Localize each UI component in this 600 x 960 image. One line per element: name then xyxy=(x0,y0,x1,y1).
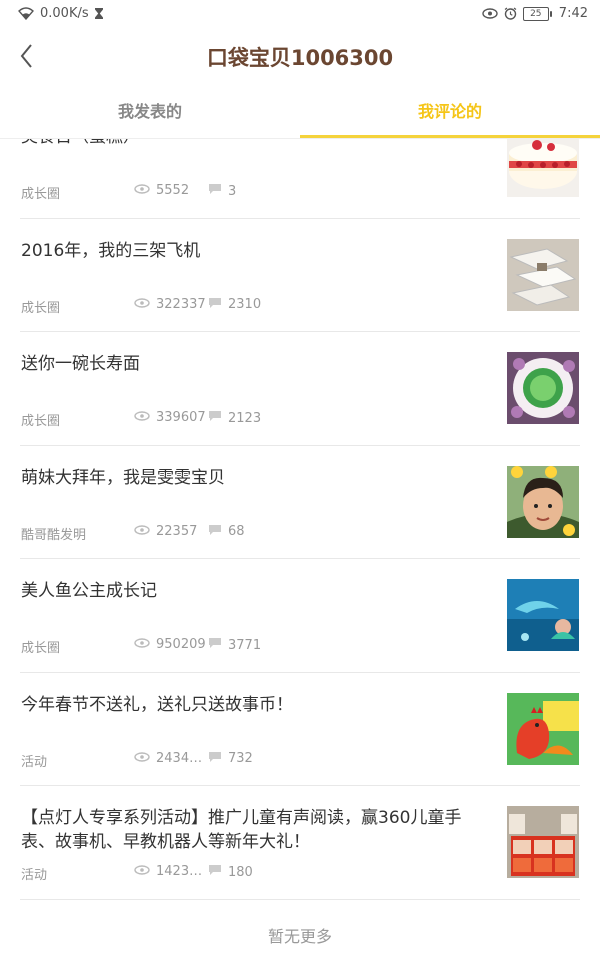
page-title: 口袋宝贝1006300 xyxy=(206,46,394,70)
item-category: 成长圈 xyxy=(21,187,61,202)
list-item[interactable]: 送你一碗长寿面 成长圈 339607 2123 xyxy=(0,332,600,446)
item-divider xyxy=(20,898,580,900)
post-items: 美食日（蛋糕） 成长圈 5552 3 xyxy=(0,139,600,900)
item-title: 2016年，我的三架飞机 xyxy=(21,240,201,261)
view-count: 24346… xyxy=(156,750,208,766)
item-views: 322337 xyxy=(134,297,206,312)
item-comments: 732 xyxy=(208,751,253,767)
wifi-icon xyxy=(18,7,34,20)
item-meta: 活动 14232… 180 xyxy=(21,864,481,883)
post-list[interactable]: 美食日（蛋糕） 成长圈 5552 3 xyxy=(0,139,600,960)
item-views: 950209 xyxy=(134,637,206,652)
comment-count: 2123 xyxy=(228,410,262,426)
item-title: 萌妹大拜年，我是雯雯宝贝 xyxy=(21,467,225,488)
list-item[interactable]: 美人鱼公主成长记 成长圈 950209 3771 xyxy=(0,559,600,673)
comment-icon xyxy=(208,864,222,880)
thumbnail-kid xyxy=(507,465,579,538)
view-count: 5552 xyxy=(156,183,190,198)
comment-icon xyxy=(208,183,222,199)
item-comments: 2123 xyxy=(208,410,261,426)
list-item[interactable]: 美食日（蛋糕） 成长圈 5552 3 xyxy=(0,139,600,219)
network-speed: 0.00K/s xyxy=(40,6,89,21)
item-views: 14232… xyxy=(134,864,208,879)
item-views: 5552 xyxy=(134,183,189,198)
eye-icon xyxy=(134,183,150,198)
item-meta: 成长圈 5552 3 xyxy=(21,183,481,202)
eye-icon xyxy=(134,524,150,539)
item-comments: 2310 xyxy=(208,297,261,313)
thumbnail-rooster xyxy=(507,692,579,765)
item-meta: 成长圈 950209 3771 xyxy=(21,637,481,656)
item-title: 美食日（蛋糕） xyxy=(21,139,491,149)
item-comments: 3 xyxy=(208,183,236,199)
comment-count: 180 xyxy=(228,864,253,880)
list-item[interactable]: 【点灯人专享系列活动】推广儿童有声阅读，赢360儿童手表、故事机、早教机器人等新… xyxy=(0,786,600,900)
thumbnail-cake xyxy=(507,139,579,197)
comment-count: 3771 xyxy=(228,637,262,653)
comment-icon xyxy=(208,524,222,540)
alarm-icon xyxy=(504,7,517,20)
tab-bar: 我发表的 我评论的 xyxy=(0,88,600,138)
list-item[interactable]: 2016年，我的三架飞机 成长圈 322337 2310 xyxy=(0,219,600,332)
thumbnail-mermaid xyxy=(507,579,579,651)
comment-count: 2310 xyxy=(228,297,262,312)
status-time: 7:42 xyxy=(558,6,588,21)
battery-icon: 25 xyxy=(522,6,552,21)
item-comments: 68 xyxy=(208,524,245,540)
item-category: 成长圈 xyxy=(21,300,61,316)
list-item[interactable]: 萌妹大拜年，我是雯雯宝贝 酷哥酷发明 22357 68 xyxy=(0,446,600,559)
item-category: 成长圈 xyxy=(21,641,61,656)
list-item[interactable]: 今年春节不送礼，送礼只送故事币！ 活动 24346… 732 xyxy=(0,673,600,786)
comment-icon xyxy=(208,410,222,426)
item-meta: 活动 24346… 732 xyxy=(21,751,481,770)
item-meta: 酷哥酷发明 22357 68 xyxy=(21,524,481,543)
comment-count: 3 xyxy=(228,183,237,199)
eye-icon xyxy=(134,637,150,652)
view-count: 339607 xyxy=(156,410,206,425)
eye-icon xyxy=(134,297,150,312)
item-title: 送你一碗长寿面 xyxy=(21,354,140,374)
tab-posted[interactable]: 我发表的 xyxy=(0,88,300,138)
comment-icon xyxy=(208,297,222,313)
item-category: 活动 xyxy=(21,868,48,883)
item-views: 339607 xyxy=(134,410,206,425)
no-more-text: 暂无更多 xyxy=(267,927,332,946)
item-comments: 180 xyxy=(208,864,253,880)
item-views: 24346… xyxy=(134,751,208,766)
hourglass-icon xyxy=(94,8,103,19)
tab-commented[interactable]: 我评论的 xyxy=(300,88,600,138)
eye-icon xyxy=(482,8,498,19)
thumbnail-noodles xyxy=(507,352,579,424)
view-count: 22357 xyxy=(156,523,198,539)
eye-icon xyxy=(134,751,150,766)
item-views: 22357 xyxy=(134,524,197,539)
item-meta: 成长圈 339607 2123 xyxy=(21,410,481,429)
comment-icon xyxy=(208,751,222,767)
status-bar: 0.00K/s 25 7:42 xyxy=(0,0,600,28)
item-category: 活动 xyxy=(21,754,48,770)
item-comments: 3771 xyxy=(208,637,261,653)
thumbnail-gifts xyxy=(507,806,579,878)
eye-icon xyxy=(134,410,150,425)
item-title: 美人鱼公主成长记 xyxy=(21,581,157,601)
view-count: 322337 xyxy=(156,296,206,312)
comment-count: 732 xyxy=(228,751,253,766)
item-title: 今年春节不送礼，送礼只送故事币！ xyxy=(21,694,293,715)
item-category: 酷哥酷发明 xyxy=(21,527,87,543)
comment-count: 68 xyxy=(228,524,245,539)
item-meta: 成长圈 322337 2310 xyxy=(21,297,481,316)
item-category: 成长圈 xyxy=(21,414,61,429)
thumbnail-planes xyxy=(507,238,579,311)
view-count: 950209 xyxy=(156,637,206,652)
view-count: 14232… xyxy=(156,864,208,879)
app-header: 口袋宝贝1006300 xyxy=(0,28,600,86)
item-title: 【点灯人专享系列活动】推广儿童有声阅读，赢360儿童手表、故事机、早教机器人等新… xyxy=(21,808,462,852)
comment-icon xyxy=(208,637,222,653)
eye-icon xyxy=(134,864,150,879)
